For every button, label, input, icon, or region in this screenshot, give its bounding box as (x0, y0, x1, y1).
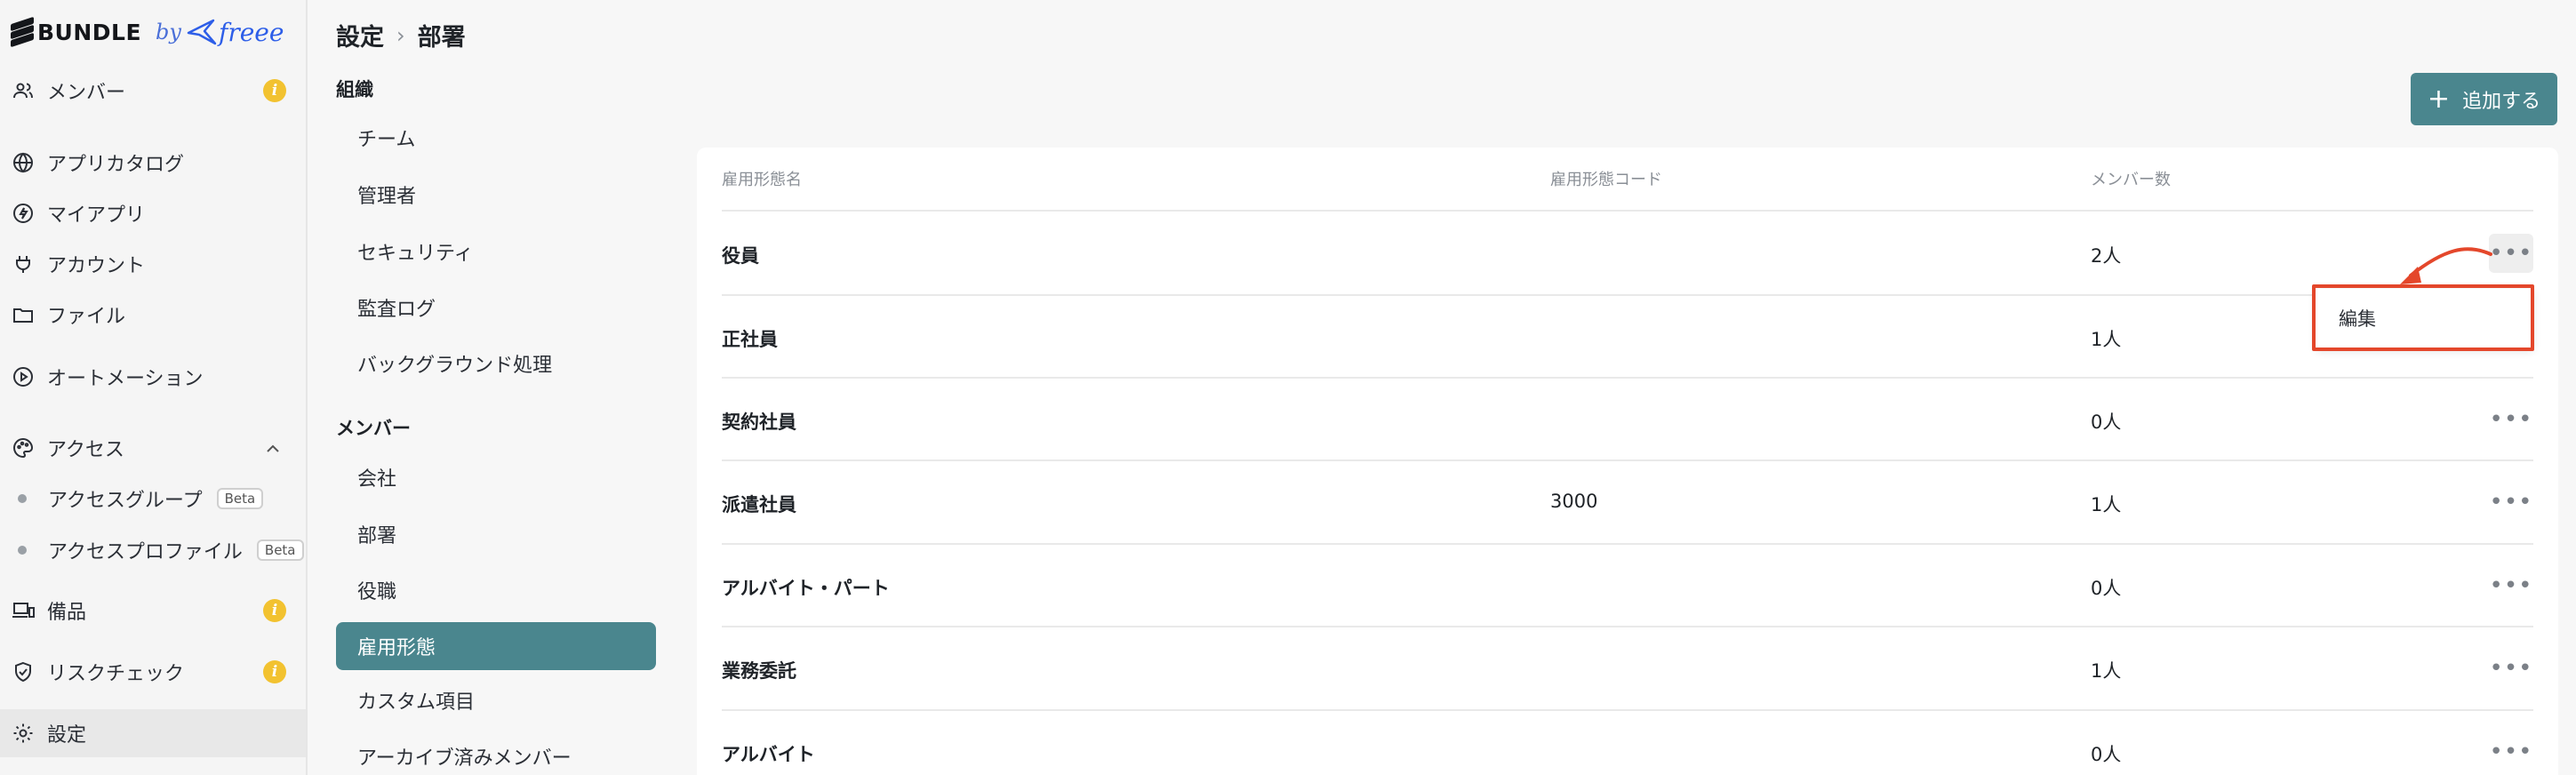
globe-icon (12, 151, 35, 174)
breadcrumb: 設定 › 部署 (336, 18, 466, 52)
more-actions-button[interactable]: ••• (2489, 734, 2533, 770)
sidebar-item-members[interactable]: メンバー i (0, 67, 306, 115)
plus-icon: + (2427, 83, 2451, 115)
more-actions-button[interactable]: ••• (2489, 400, 2533, 439)
breadcrumb-separator: › (396, 22, 405, 48)
sidebar-item-label: アプリカタログ (47, 154, 185, 176)
settings-section-heading: 組織 (336, 79, 373, 100)
annotation-arrow-icon (2400, 247, 2492, 284)
settings-item-teams[interactable]: チーム (336, 114, 656, 162)
table-row: アルバイト 0人 ••• (0, 711, 2576, 775)
sidebar-item-label: メンバー (47, 82, 126, 104)
member-count: 1人 (2091, 660, 2122, 682)
more-actions-button[interactable]: ••• (2489, 649, 2533, 688)
member-count: 0人 (2091, 411, 2122, 433)
freee-bird-icon (187, 19, 217, 45)
freee-logo: freee (187, 18, 284, 47)
bundle-logo-icon (11, 16, 34, 48)
table-row: 役員 2人 ••• (0, 212, 2576, 294)
brand-logo[interactable]: BUNDLE by freee (11, 9, 284, 55)
employment-type-name: アルバイト・パート (722, 578, 890, 599)
member-count: 0人 (2091, 578, 2122, 599)
employment-type-name: アルバイト (722, 744, 815, 765)
column-header-count: メンバー数 (2091, 171, 2171, 189)
settings-item-admins[interactable]: 管理者 (336, 171, 656, 219)
table-row: 業務委託 1人 ••• (0, 627, 2576, 709)
column-header-code: 雇用形態コード (1550, 171, 1662, 189)
info-icon: i (263, 79, 286, 102)
divider (722, 210, 2533, 212)
brand-name: BUNDLE (37, 19, 142, 45)
employment-type-name: 業務委託 (722, 660, 796, 682)
users-icon (12, 79, 35, 102)
employment-type-code: 3000 (1550, 491, 1598, 512)
employment-type-name: 正社員 (722, 329, 778, 350)
more-actions-button[interactable]: ••• (2489, 566, 2533, 605)
add-button-label: 追加する (2462, 90, 2541, 113)
employment-type-name: 役員 (722, 245, 759, 267)
breadcrumb-current: 部署 (417, 24, 466, 52)
member-count: 2人 (2091, 245, 2122, 267)
employment-type-name: 契約社員 (722, 411, 796, 433)
breadcrumb-parent[interactable]: 設定 (336, 18, 384, 52)
member-count: 1人 (2091, 329, 2122, 350)
add-button[interactable]: + 追加する (2411, 73, 2557, 125)
more-actions-button[interactable]: ••• (2489, 483, 2533, 522)
freee-wordmark: freee (218, 17, 284, 47)
brand-by: by (156, 20, 181, 44)
table-row: 正社員 1人 (0, 296, 2576, 378)
table-row: 派遣社員 3000 1人 ••• (0, 461, 2576, 543)
member-count: 1人 (2091, 494, 2122, 515)
table-row: 契約社員 0人 ••• (0, 379, 2576, 460)
table-row: アルバイト・パート 0人 ••• (0, 545, 2576, 627)
column-header-name: 雇用形態名 (722, 171, 802, 189)
annotation-highlight-box (2312, 284, 2534, 351)
employment-type-name: 派遣社員 (722, 494, 796, 515)
member-count: 0人 (2091, 744, 2122, 765)
sidebar-item-app-catalog[interactable]: アプリカタログ (0, 139, 306, 187)
